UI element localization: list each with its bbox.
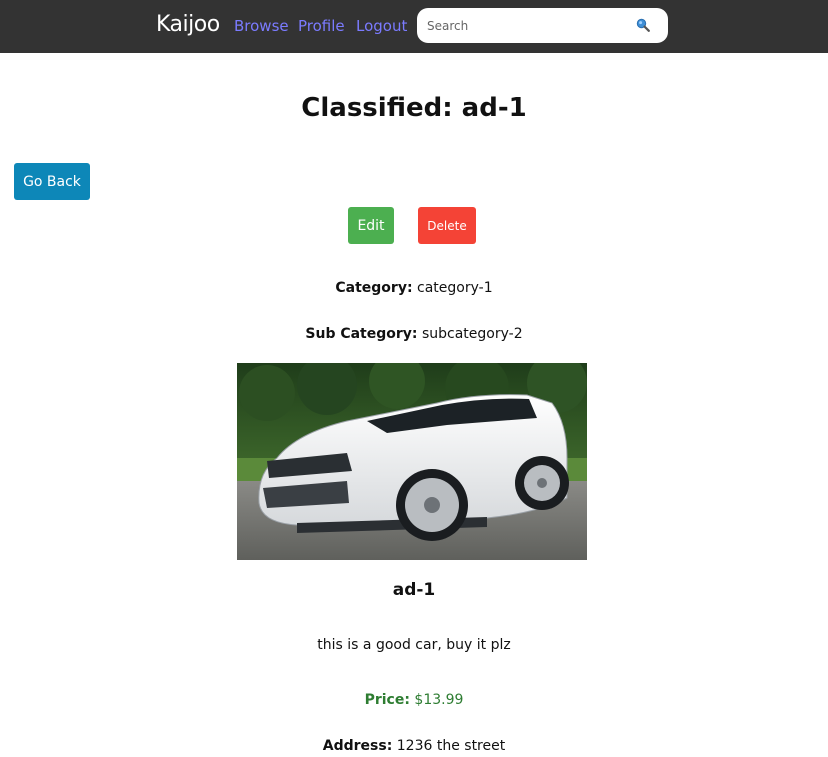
address-value: 1236 the street	[396, 738, 506, 754]
delete-button[interactable]: Delete	[418, 207, 476, 244]
price-value: $13.99	[414, 692, 464, 708]
category-label: Category:	[335, 280, 413, 296]
magnifier-icon[interactable]	[636, 18, 650, 32]
classified-image	[237, 363, 587, 560]
page-title: Classified: ad-1	[301, 93, 527, 123]
price-line: Price: $13.99	[0, 692, 828, 708]
subcategory-value: subcategory-2	[421, 326, 523, 342]
car-photo	[237, 363, 587, 560]
classified-description: this is a good car, buy it plz	[317, 637, 511, 653]
category-value: category-1	[417, 280, 493, 296]
search-input[interactable]	[427, 16, 627, 35]
go-back-button[interactable]: Go Back	[14, 163, 90, 200]
subcategory-line: Sub Category: subcategory-2	[0, 326, 828, 342]
subcategory-label: Sub Category:	[305, 326, 418, 342]
price-label: Price:	[364, 692, 410, 708]
classified-name: ad-1	[392, 580, 436, 600]
category-line: Category: category-1	[0, 280, 828, 296]
address-label: Address:	[322, 738, 393, 754]
nav-link-browse[interactable]: Browse	[234, 17, 289, 35]
navbar: Kaijoo Browse Profile Logout	[0, 0, 828, 53]
nav-link-profile[interactable]: Profile	[298, 17, 345, 35]
address-line: Address: 1236 the street	[0, 738, 828, 754]
edit-button[interactable]: Edit	[348, 207, 394, 244]
nav-link-logout[interactable]: Logout	[356, 17, 407, 35]
brand-logo[interactable]: Kaijoo	[156, 12, 220, 37]
search-box	[417, 8, 668, 43]
